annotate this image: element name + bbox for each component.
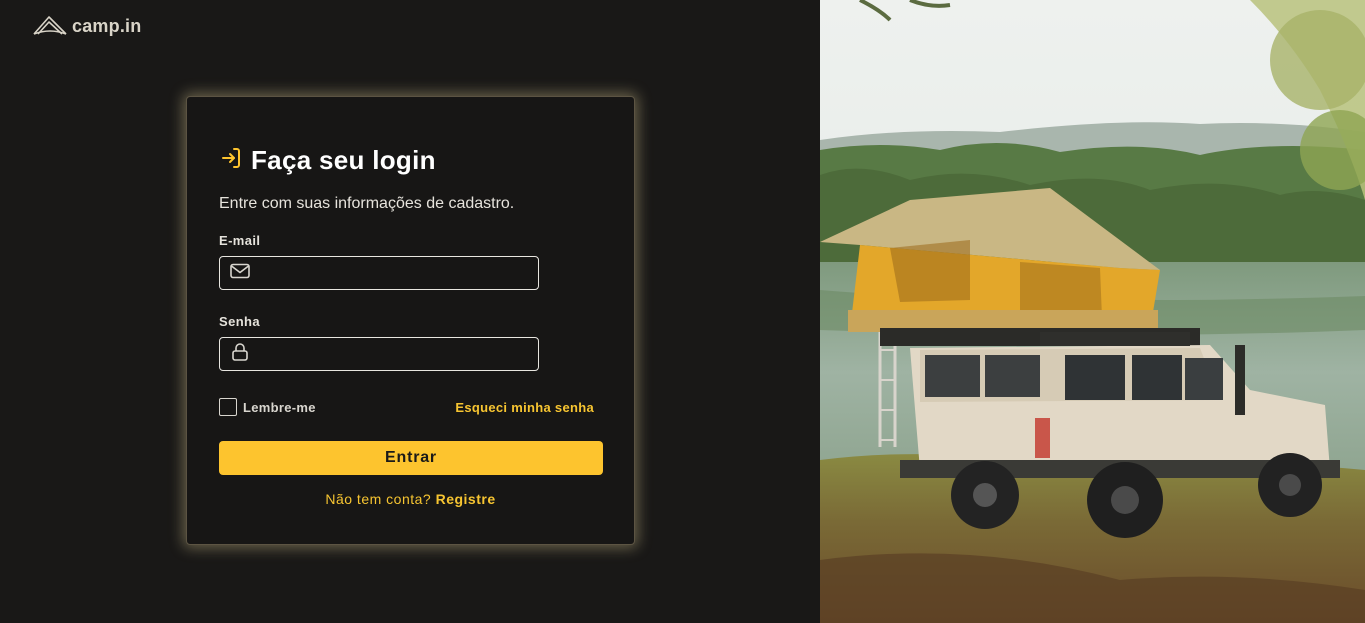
- login-card: Faça seu login Entre com suas informaçõe…: [186, 96, 635, 545]
- login-submit-button[interactable]: Entrar: [219, 441, 603, 475]
- forgot-password-link[interactable]: Esqueci minha senha: [455, 400, 594, 415]
- remember-checkbox[interactable]: [219, 398, 237, 416]
- signup-prompt: Não tem conta? Registre: [187, 491, 634, 507]
- remember-me[interactable]: Lembre-me: [219, 398, 316, 416]
- password-field-wrapper[interactable]: [219, 337, 539, 371]
- login-arrow-icon: [219, 146, 243, 175]
- title-row: Faça seu login: [219, 145, 436, 176]
- password-label: Senha: [219, 314, 261, 329]
- email-field[interactable]: [260, 265, 530, 281]
- email-field-wrapper[interactable]: [219, 256, 539, 290]
- mail-icon: [230, 263, 250, 284]
- email-label: E-mail: [219, 233, 261, 248]
- login-subtitle: Entre com suas informações de cadastro.: [219, 195, 515, 212]
- page-title: Faça seu login: [251, 145, 436, 175]
- password-field[interactable]: [260, 346, 530, 362]
- login-panel: camp.in Faça seu login Entre com suas in…: [0, 0, 820, 623]
- remember-label[interactable]: Lembre-me: [243, 400, 316, 415]
- signup-question: Não tem conta?: [325, 491, 432, 507]
- tent-logo-icon: [32, 14, 68, 38]
- lock-icon: [230, 342, 250, 367]
- brand-name: camp.in: [72, 15, 142, 36]
- register-link[interactable]: Registre: [436, 491, 496, 507]
- brand-logo[interactable]: camp.in: [32, 14, 141, 38]
- hero-photo-campervan: [820, 0, 1365, 623]
